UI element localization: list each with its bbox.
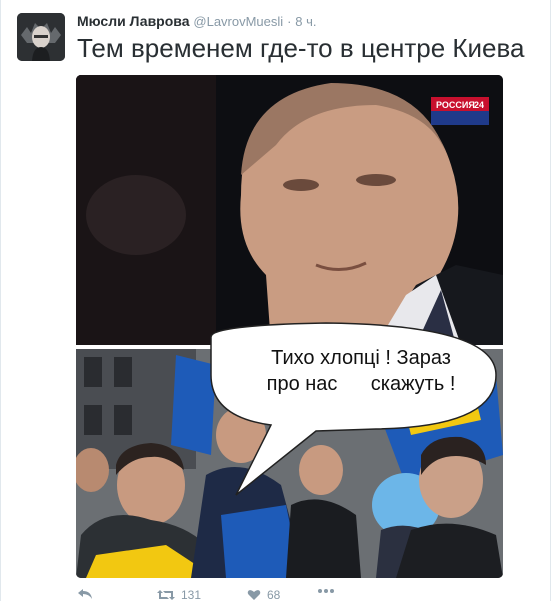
tweet-header: Мюсли Лаврова @LavrovMuesli · 8 ч.: [77, 12, 317, 31]
avatar-image: [17, 13, 65, 61]
channel-logo: РОССИЯ: [436, 100, 475, 110]
tweet-media[interactable]: РОССИЯ 24 Тихо хлопці ! Зараз про нас ск…: [76, 75, 503, 578]
bubble-line-1: Тихо хлопці ! Зараз: [271, 347, 451, 369]
tweet-text: Тем временем где-то в центре Киева: [77, 33, 525, 63]
reply-button[interactable]: [77, 588, 93, 600]
heart-icon: [247, 590, 261, 600]
channel-number: 24: [474, 100, 484, 110]
retweet-button[interactable]: 131: [157, 588, 201, 602]
meme-image: РОССИЯ 24: [76, 75, 503, 578]
tweet-actions: 131 68: [77, 588, 377, 602]
like-count: 68: [267, 588, 281, 602]
like-button[interactable]: 68: [247, 588, 280, 602]
author-name[interactable]: Мюсли Лаврова: [77, 13, 190, 29]
reply-icon: [78, 589, 92, 599]
more-button[interactable]: [317, 588, 335, 594]
timestamp[interactable]: 8 ч.: [295, 14, 316, 29]
author-handle[interactable]: @LavrovMuesli: [193, 14, 283, 29]
retweet-icon: [157, 590, 175, 600]
tweet: Мюсли Лаврова @LavrovMuesli · 8 ч. Тем в…: [0, 0, 551, 602]
time-separator: ·: [287, 14, 292, 29]
bubble-line-2: про нас скажуть !: [266, 373, 456, 395]
more-icon: [318, 589, 334, 593]
avatar[interactable]: [17, 13, 65, 61]
retweet-count: 131: [181, 588, 202, 602]
